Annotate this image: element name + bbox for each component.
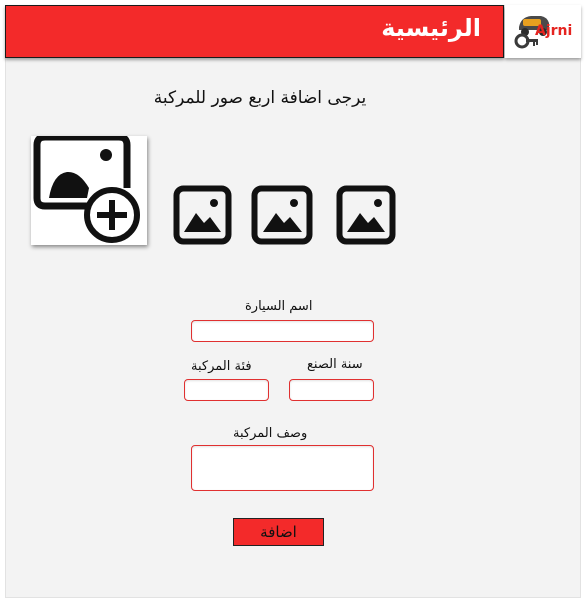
app-logo[interactable]: Ajrni [505,5,581,58]
photo-instruction: يرجى اضافة اربع صور للمركبة [153,88,367,108]
manufacture-year-label: سنة الصنع [307,357,363,372]
page-title[interactable]: الرئيسية [381,14,481,42]
add-photo-icon [33,136,140,243]
vehicle-category-label: فئة المركبة [191,359,252,374]
image-slot-2[interactable] [251,185,313,249]
image-slot-1[interactable] [173,185,232,249]
manufacture-year-input[interactable] [289,379,374,401]
header-bar: الرئيسية [5,5,504,58]
brand-name: Ajrni [535,23,573,39]
image-placeholder-icon [336,185,396,245]
vehicle-category-input[interactable] [184,379,269,401]
add-vehicle-button[interactable]: اضافة [233,518,324,546]
vehicle-description-input[interactable] [191,445,374,491]
add-photo-button[interactable] [31,136,147,245]
image-placeholder-icon [251,185,313,245]
vehicle-description-label: وصف المركبة [233,426,308,441]
image-slot-3[interactable] [336,185,396,249]
car-name-input[interactable] [191,320,374,342]
car-name-label: اسم السيارة [245,299,313,314]
image-placeholder-icon [173,185,232,245]
